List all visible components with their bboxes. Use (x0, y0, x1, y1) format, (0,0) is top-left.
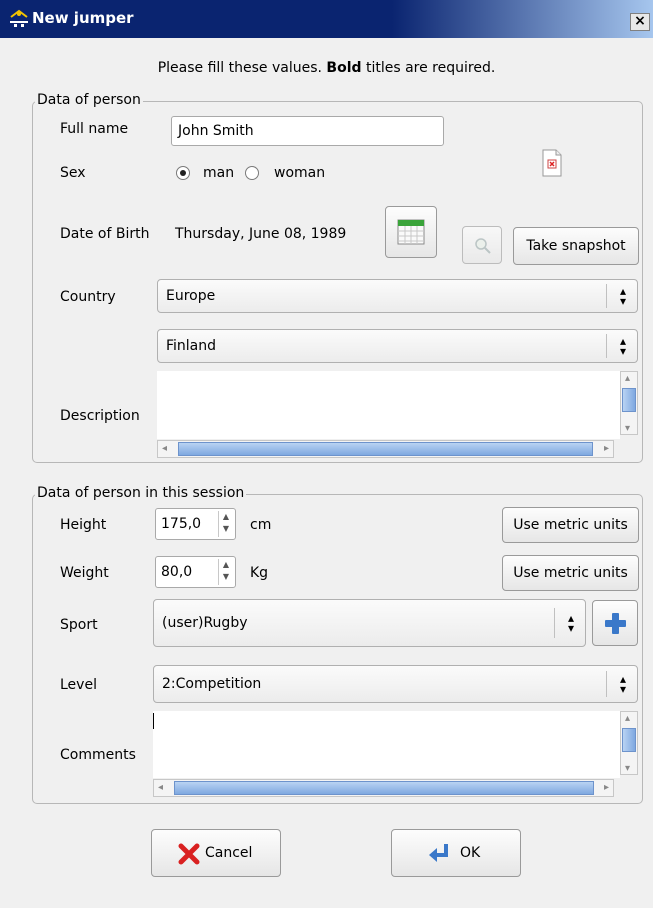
description-hscrollbar[interactable]: ◂ ▸ (157, 440, 614, 458)
ok-label: OK (460, 845, 481, 861)
sport-select[interactable]: (user)Rugby ▴ ▾ (153, 599, 586, 647)
calendar-button[interactable] (385, 206, 437, 258)
country-select[interactable]: Finland ▴ ▾ (157, 329, 638, 363)
weight-unit: Kg (250, 565, 269, 581)
sex-man-radio[interactable] (176, 166, 190, 180)
take-snapshot-button[interactable]: Take snapshot (513, 227, 639, 265)
level-value: 2:Competition (162, 676, 262, 692)
red-x-icon (178, 843, 200, 865)
weight-value: 80,0 (161, 564, 193, 580)
plus-icon (605, 613, 626, 634)
level-label: Level (60, 677, 97, 693)
spin-arrows-icon[interactable]: ▲ ▼ (218, 559, 233, 585)
updown-arrows-icon: ▴ ▾ (619, 284, 627, 308)
sport-label: Sport (60, 617, 98, 633)
height-value: 175,0 (161, 516, 202, 532)
comments-textarea[interactable] (153, 711, 620, 778)
comments-vscrollbar[interactable]: ▴ ▾ (620, 711, 638, 775)
dob-label: Date of Birth (60, 226, 150, 242)
comments-label: Comments (60, 747, 136, 763)
ok-button[interactable]: OK (391, 829, 521, 877)
person-group-legend: Data of person (35, 92, 143, 108)
close-button[interactable]: × (630, 13, 650, 31)
sport-value: (user)Rugby (162, 615, 248, 631)
intro-text: Please fill these values. Bold titles ar… (157, 60, 496, 76)
description-textarea[interactable] (157, 371, 620, 439)
zoom-button[interactable] (462, 226, 502, 264)
height-spinbox[interactable]: 175,0 ▲ ▼ (155, 508, 236, 540)
height-unit: cm (250, 517, 272, 533)
height-label: Height (60, 517, 107, 533)
country-label: Country (60, 289, 116, 305)
weight-spinbox[interactable]: 80,0 ▲ ▼ (155, 556, 236, 588)
calendar-icon (397, 219, 425, 245)
weight-metric-button[interactable]: Use metric units (502, 555, 639, 591)
description-label: Description (60, 408, 140, 424)
full-name-label: Full name (60, 121, 129, 137)
continent-value: Europe (166, 288, 216, 304)
zoom-icon (475, 238, 491, 254)
enter-arrow-icon (429, 844, 448, 862)
sex-man-label[interactable]: man (203, 165, 234, 181)
updown-arrows-icon: ▴ ▾ (567, 611, 575, 635)
sex-woman-label[interactable]: woman (274, 165, 325, 181)
dob-value: Thursday, June 08, 1989 (175, 226, 347, 242)
sex-label: Sex (60, 165, 86, 181)
updown-arrows-icon: ▴ ▾ (619, 672, 627, 696)
add-sport-button[interactable] (592, 600, 638, 646)
cancel-label: Cancel (205, 845, 253, 861)
comments-hscrollbar[interactable]: ◂ ▸ (153, 779, 614, 797)
height-metric-button[interactable]: Use metric units (502, 507, 639, 543)
photo-placeholder-icon (540, 148, 564, 178)
country-value: Finland (166, 338, 217, 354)
level-select[interactable]: 2:Competition ▴ ▾ (153, 665, 638, 703)
spin-arrows-icon[interactable]: ▲ ▼ (218, 511, 233, 537)
full-name-input[interactable]: John Smith (171, 116, 444, 146)
cancel-button[interactable]: Cancel (151, 829, 281, 877)
continent-select[interactable]: Europe ▴ ▾ (157, 279, 638, 313)
jumper-app-icon (8, 9, 30, 29)
updown-arrows-icon: ▴ ▾ (619, 334, 627, 358)
session-group-legend: Data of person in this session (35, 485, 247, 501)
window-title: New jumper (32, 9, 134, 27)
weight-label: Weight (60, 565, 109, 581)
sex-woman-radio[interactable] (245, 166, 259, 180)
description-vscrollbar[interactable]: ▴ ▾ (620, 371, 638, 435)
